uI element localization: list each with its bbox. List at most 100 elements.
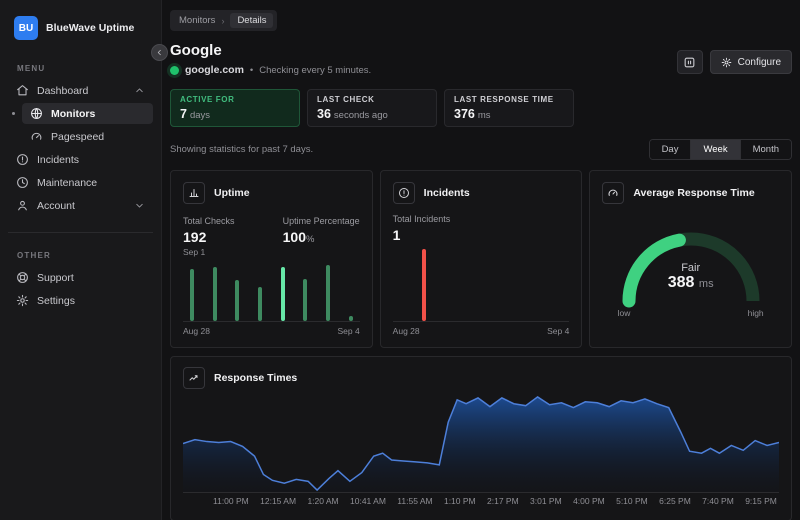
response-times-x-axis: 11:00 PM12:15 AM1:20 AM10:41 AM11:55 AM1…	[183, 492, 779, 506]
status-dot	[170, 66, 179, 75]
brand: BU BlueWave Uptime	[0, 14, 161, 46]
stat-value: 376	[454, 107, 475, 121]
chart-bar[interactable]	[281, 267, 285, 321]
user-icon	[16, 199, 29, 212]
lifebuoy-icon	[16, 271, 29, 284]
sidebar-item-label: Pagespeed	[51, 131, 104, 143]
x-axis-tick-label: 3:01 PM	[530, 496, 562, 506]
x-axis-tick-label: 1:10 PM	[444, 496, 476, 506]
sidebar-item-label: Settings	[37, 295, 75, 307]
alert-circle-icon	[393, 182, 415, 204]
toggle-day[interactable]: Day	[650, 140, 692, 159]
sidebar-collapse-button[interactable]	[151, 44, 168, 61]
monitor-title-block: Google google.com • Checking every 5 min…	[170, 42, 371, 76]
metric-unit: %	[306, 234, 314, 245]
x-axis-tick-label: 2:17 PM	[487, 496, 519, 506]
x-axis-tick-label: 7:40 PM	[702, 496, 734, 506]
monitor-host[interactable]: google.com	[185, 64, 244, 76]
card-title: Incidents	[424, 187, 470, 199]
stat-last-response-time: LAST RESPONSE TIME 376ms	[444, 89, 574, 127]
menu-section-label: MENU	[17, 64, 161, 73]
sidebar-item-label: Dashboard	[37, 85, 88, 97]
chart-bar[interactable]	[213, 267, 217, 321]
chart-bar[interactable]	[303, 279, 307, 321]
monitor-subtitle: google.com • Checking every 5 minutes.	[170, 64, 371, 76]
sidebar-item-label: Incidents	[37, 154, 79, 166]
x-axis-tick-label: 6:25 PM	[659, 496, 691, 506]
sidebar-divider	[8, 232, 153, 233]
sidebar-item-incidents[interactable]: Incidents	[8, 149, 153, 170]
sidebar-item-pagespeed[interactable]: Pagespeed	[22, 126, 153, 147]
gauge-status: Fair	[616, 262, 766, 274]
stat-active-for: ACTIVE FOR 7days	[170, 89, 300, 127]
chart-bar[interactable]	[422, 249, 426, 321]
breadcrumb-separator: ›	[221, 16, 224, 26]
app-window: BU BlueWave Uptime MENU Dashboard Monito…	[0, 0, 800, 520]
page-title: Google	[170, 42, 371, 59]
chart-bar[interactable]	[235, 280, 239, 321]
chart-bar[interactable]	[349, 316, 353, 321]
stat-unit: ms	[478, 110, 491, 121]
pause-icon	[683, 56, 696, 69]
sidebar-item-label: Support	[37, 272, 74, 284]
stat-value: 36	[317, 107, 331, 121]
total-incidents-metric: Total Incidents 1	[393, 214, 451, 243]
x-axis-tick-label: 12:15 AM	[260, 496, 296, 506]
sidebar-item-account[interactable]: Account	[8, 195, 153, 216]
incidents-card: Incidents Total Incidents 1 Aug 28 Sep 4	[380, 170, 583, 348]
sidebar-item-dashboard[interactable]: Dashboard	[8, 80, 153, 101]
configure-label: Configure	[738, 57, 781, 68]
summary-cards: Uptime Total Checks 192 Sep 1 Uptime Per…	[170, 170, 792, 348]
stat-label: LAST CHECK	[317, 95, 427, 104]
stat-boxes: ACTIVE FOR 7days LAST CHECK 36seconds ag…	[170, 89, 792, 127]
sidebar-nav-other: Support Settings	[0, 267, 161, 311]
stat-unit: days	[190, 110, 210, 121]
stat-label: LAST RESPONSE TIME	[454, 95, 564, 104]
trend-line-icon	[183, 367, 205, 389]
uptime-card: Uptime Total Checks 192 Sep 1 Uptime Per…	[170, 170, 373, 348]
gauge-unit: ms	[699, 278, 714, 290]
toggle-week[interactable]: Week	[691, 140, 740, 159]
sidebar-item-label: Maintenance	[37, 177, 97, 189]
sidebar-item-label: Monitors	[51, 108, 95, 120]
x-axis-tick-label: 11:00 PM	[213, 496, 249, 506]
pause-button[interactable]	[677, 50, 703, 74]
average-response-time-card: Average Response Time Fair 388 ms low hi…	[589, 170, 792, 348]
x-axis-tick-label: 1:20 AM	[307, 496, 338, 506]
brand-logo: BU	[14, 16, 38, 40]
sidebar-item-support[interactable]: Support	[8, 267, 153, 288]
chart-bar[interactable]	[326, 265, 330, 321]
sidebar-nav: Dashboard Monitors Pagespeed Incidents M…	[0, 80, 161, 216]
x-axis-tick-label: 11:55 AM	[397, 496, 432, 506]
axis-end-label: Sep 4	[337, 326, 359, 336]
metric-label: Uptime Percentage	[283, 216, 360, 226]
chart-bar[interactable]	[258, 287, 262, 321]
incidents-bar-chart[interactable]	[393, 249, 570, 321]
metric-value: 1	[393, 227, 451, 243]
axis-start-label: Aug 28	[393, 326, 420, 336]
active-bullet	[12, 112, 15, 115]
chart-bar[interactable]	[190, 269, 194, 321]
metric-label: Total Incidents	[393, 214, 451, 224]
sidebar-item-maintenance[interactable]: Maintenance	[8, 172, 153, 193]
speedometer-icon	[30, 130, 43, 143]
metric-label: Total Checks	[183, 216, 235, 226]
sidebar-item-settings[interactable]: Settings	[8, 290, 153, 311]
uptime-bar-chart[interactable]	[183, 261, 360, 321]
header-actions: Configure	[677, 50, 792, 74]
hovered-date-label: Sep 1	[183, 247, 235, 257]
period-row: Showing statistics for past 7 days. Day …	[170, 139, 792, 160]
gauge-icon	[602, 182, 624, 204]
sidebar-item-monitors[interactable]: Monitors	[22, 103, 153, 124]
x-axis-tick-label: 5:10 PM	[616, 496, 648, 506]
response-gauge: Fair 388 ms low high	[616, 220, 766, 316]
stat-label: ACTIVE FOR	[180, 95, 290, 104]
configure-button[interactable]: Configure	[710, 50, 792, 74]
sidebar: BU BlueWave Uptime MENU Dashboard Monito…	[0, 0, 162, 520]
stats-note: Showing statistics for past 7 days.	[170, 144, 313, 155]
toggle-month[interactable]: Month	[741, 140, 791, 159]
gauge-readout: Fair 388 ms	[616, 262, 766, 292]
response-times-area-chart[interactable]	[183, 395, 779, 492]
breadcrumb-monitors[interactable]: Monitors	[179, 15, 215, 26]
metric-value: 192	[183, 229, 235, 245]
